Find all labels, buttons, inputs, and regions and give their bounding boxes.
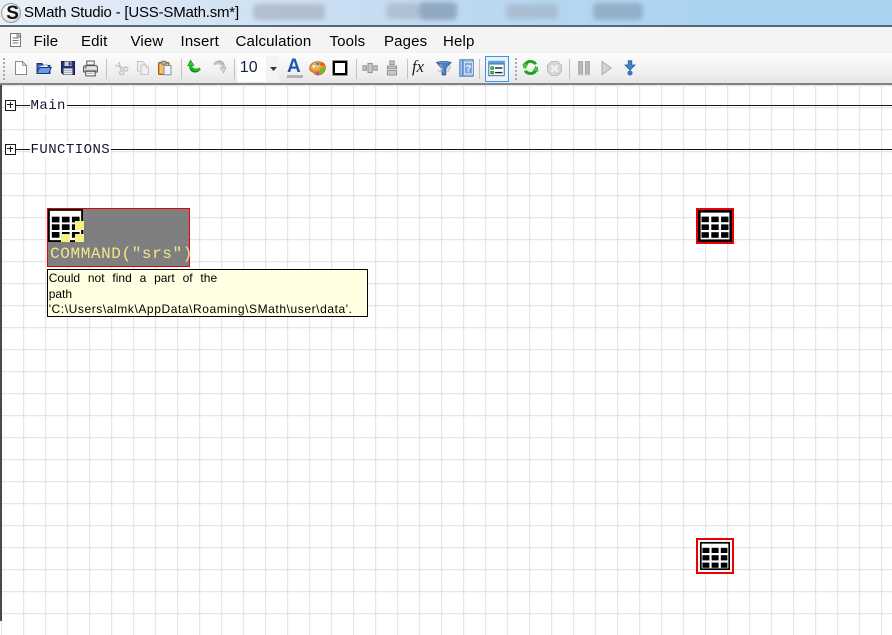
svg-text:?: ? [465, 64, 471, 75]
